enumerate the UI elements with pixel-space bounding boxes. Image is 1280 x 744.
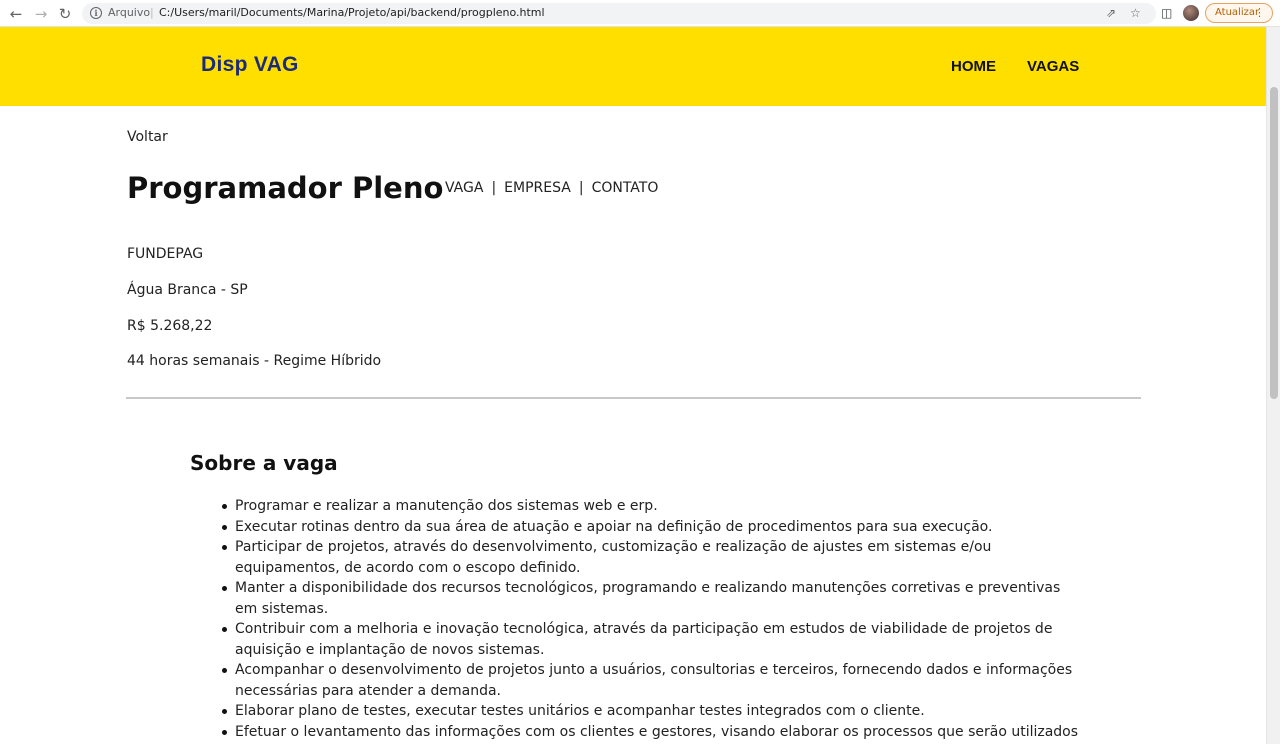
update-button-label: Atualizar: [1215, 7, 1260, 18]
address-separator: |: [150, 6, 154, 19]
avatar[interactable]: [1183, 5, 1199, 21]
list-item: Programar e realizar a manutenção dos si…: [222, 496, 1080, 517]
update-button[interactable]: Atualizar ⋮: [1205, 3, 1273, 23]
nav-home-link[interactable]: HOME: [951, 58, 996, 75]
list-item: Executar rotinas dentro da sua área de a…: [222, 517, 1080, 538]
scrollbar-thumb[interactable]: [1270, 87, 1278, 399]
job-location: Água Branca - SP: [127, 282, 248, 298]
info-icon[interactable]: i: [90, 7, 102, 19]
reload-icon[interactable]: ↻: [56, 5, 74, 23]
list-item: Acompanhar o desenvolvimento de projetos…: [222, 660, 1080, 701]
job-salary: R$ 5.268,22: [127, 318, 213, 334]
sub-nav-separator: |: [578, 180, 584, 196]
nav-vagas-link[interactable]: VAGAS: [1027, 58, 1079, 75]
share-icon[interactable]: ⇗: [1106, 6, 1116, 20]
sub-nav-contato[interactable]: CONTATO: [592, 180, 659, 196]
sub-nav-separator: |: [491, 180, 497, 196]
address-bar[interactable]: i Arquivo | C:/Users/maril/Documents/Mar…: [82, 3, 1156, 24]
list-item: Manter a disponibilidade dos recursos te…: [222, 578, 1080, 619]
company-name: FUNDEPAG: [127, 246, 204, 262]
page-title: Programador Pleno: [127, 171, 444, 205]
back-arrow-icon[interactable]: ←: [7, 5, 25, 23]
site-header: Disp VAG HOME VAGAS: [0, 27, 1266, 106]
url-text[interactable]: C:/Users/maril/Documents/Marina/Projeto/…: [159, 6, 545, 19]
back-link[interactable]: Voltar: [127, 129, 168, 145]
sub-nav-vaga[interactable]: VAGA: [445, 180, 483, 196]
forward-arrow-icon[interactable]: →: [32, 5, 50, 23]
scrollbar[interactable]: [1266, 27, 1280, 744]
job-sub-nav: VAGA | EMPRESA | CONTATO: [445, 180, 658, 196]
sidepanel-icon[interactable]: ◫: [1161, 6, 1172, 20]
list-item: Efetuar o levantamento das informações c…: [222, 722, 1080, 744]
sub-nav-empresa[interactable]: EMPRESA: [504, 180, 571, 196]
file-scheme-label: Arquivo: [108, 6, 151, 19]
list-item: Participar de projetos, através do desen…: [222, 537, 1080, 578]
list-item: Elaborar plano de testes, executar teste…: [222, 701, 1080, 722]
section-title-about: Sobre a vaga: [190, 451, 338, 475]
divider: [126, 397, 1141, 399]
star-icon[interactable]: ☆: [1130, 6, 1141, 20]
list-item: Contribuir com a melhoria e inovação tec…: [222, 619, 1080, 660]
logo[interactable]: Disp VAG: [201, 53, 299, 77]
job-hours: 44 horas semanais - Regime Híbrido: [127, 353, 382, 369]
more-vert-icon: ⋮: [1254, 6, 1265, 19]
browser-toolbar: ← → ↻ i Arquivo | C:/Users/maril/Documen…: [0, 0, 1280, 27]
duties-list: Programar e realizar a manutenção dos si…: [222, 496, 1080, 744]
